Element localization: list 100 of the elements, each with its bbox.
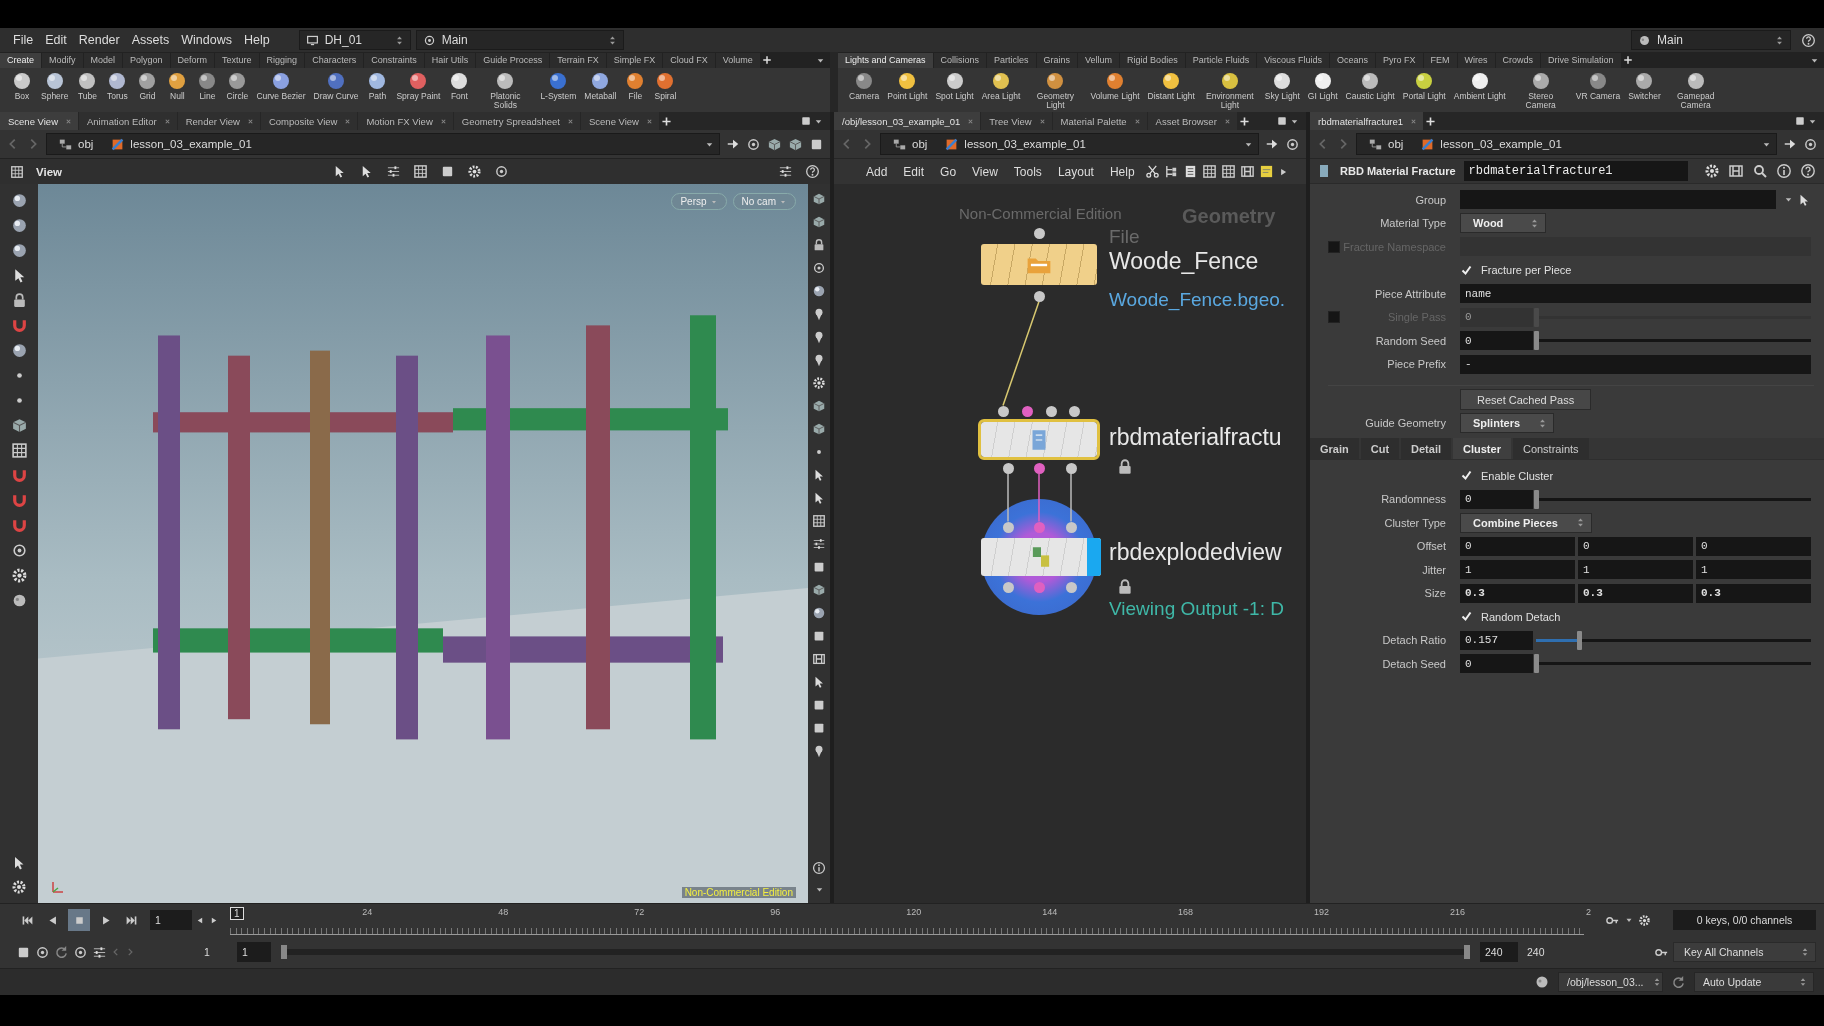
cube-icon[interactable] (812, 399, 826, 413)
shelf-tool[interactable]: Switcher (1625, 70, 1664, 101)
help-icon[interactable] (805, 164, 820, 179)
shelf-tab[interactable]: Crowds (1495, 52, 1541, 68)
shelf-tab[interactable]: Rigid Bodies (1120, 52, 1185, 68)
menu-item[interactable]: Edit (40, 30, 72, 50)
shelf-tab[interactable]: Hair Utils (424, 52, 476, 68)
shelf-tool[interactable]: Caustic Light (1342, 70, 1398, 101)
number-field[interactable]: 0 (1460, 654, 1533, 674)
number-field[interactable]: 1 (1460, 560, 1575, 580)
dropdown-menu[interactable]: Combine Pieces (1460, 512, 1592, 533)
shelf-tool[interactable]: Grid (133, 70, 162, 101)
shelf-tool[interactable]: GI Light (1304, 70, 1341, 101)
key-all-dropdown[interactable]: Key All Channels (1673, 942, 1816, 962)
sphere-icon[interactable] (812, 284, 826, 298)
menu-item[interactable]: Help (1103, 162, 1141, 181)
shelf-tab[interactable]: Volume (715, 52, 760, 68)
shelf-tool[interactable]: Null (163, 70, 192, 101)
pane-tab[interactable]: rbdmaterialfracture1 (1310, 112, 1423, 130)
shelf-tool[interactable]: Platonic Solids (475, 70, 536, 110)
pane-tab[interactable]: Motion FX View (358, 112, 453, 130)
menu-item[interactable]: Go (934, 162, 963, 181)
sliders-icon[interactable] (92, 944, 107, 960)
shelf-tool[interactable]: Gamepad Camera (1665, 70, 1726, 110)
shelf-tool[interactable]: Circle (223, 70, 252, 101)
network-node[interactable] (981, 538, 1101, 576)
plus-icon[interactable] (1424, 114, 1437, 128)
shelf-tab[interactable]: Constraints (364, 52, 424, 68)
close-icon[interactable] (65, 117, 72, 125)
path-segment[interactable]: lesson_03_example_01 (1413, 134, 1570, 154)
checkbox[interactable] (1460, 263, 1473, 277)
shelf-tool[interactable]: Ambient Light (1450, 70, 1509, 101)
info-icon[interactable] (812, 861, 826, 875)
shelf-tab[interactable]: Wires (1457, 52, 1495, 68)
shelf-tab[interactable]: Vellum (1078, 52, 1120, 68)
input-port[interactable] (1045, 405, 1057, 417)
close-icon[interactable] (1410, 117, 1417, 125)
close-icon[interactable] (344, 117, 352, 125)
shelf-tool[interactable]: Portal Light (1399, 70, 1449, 101)
shelf-tool[interactable]: Line (193, 70, 222, 101)
dropdown-menu[interactable]: Splinters (1460, 413, 1555, 434)
range-end-field[interactable]: 240 (1480, 942, 1518, 962)
number-field[interactable]: 1 (1578, 560, 1693, 580)
shelf-tab[interactable]: Polygon (123, 52, 170, 68)
slider-handle[interactable] (1534, 331, 1539, 351)
shelf-tab[interactable]: Create (0, 52, 41, 68)
help-icon[interactable] (1800, 163, 1816, 179)
grid-icon[interactable] (412, 164, 428, 179)
path-segment[interactable]: obj (51, 134, 102, 154)
text-field[interactable]: - (1460, 354, 1811, 374)
reverse-icon[interactable] (196, 915, 205, 925)
pane-tab[interactable]: Tree View (981, 112, 1052, 130)
shelf-tool[interactable]: Geometry Light (1025, 70, 1086, 110)
grid-icon[interactable] (812, 514, 826, 528)
menu-item[interactable]: Layout (1051, 162, 1100, 181)
target-icon[interactable] (73, 944, 88, 960)
checkbox[interactable] (1460, 469, 1473, 483)
help-icon[interactable] (1801, 32, 1816, 48)
shelf-tab[interactable]: Modify (42, 52, 83, 68)
grid-icon[interactable] (1201, 164, 1217, 179)
enable-checkbox[interactable] (1328, 240, 1340, 253)
shelf-tab[interactable]: Guide Process (476, 52, 550, 68)
shelf-tool[interactable]: Draw Curve (310, 70, 362, 101)
menu-item[interactable]: Assets (126, 30, 175, 50)
shelf-tab[interactable]: Simple FX (606, 52, 663, 68)
plus-icon[interactable] (760, 54, 773, 66)
shelf-tab[interactable]: Pyro FX (1376, 52, 1423, 68)
lock-icon[interactable] (1116, 578, 1134, 596)
pane-tab[interactable]: Render View (177, 112, 260, 130)
output-port[interactable] (1033, 290, 1045, 302)
input-port[interactable] (1033, 227, 1045, 239)
close-icon[interactable] (439, 117, 447, 125)
network-icon[interactable] (893, 137, 906, 151)
gear-icon[interactable] (812, 376, 826, 390)
cube-icon[interactable] (812, 215, 826, 229)
menu-item[interactable]: Help (238, 30, 275, 50)
square-icon[interactable] (800, 115, 812, 127)
input-port[interactable] (1033, 521, 1045, 533)
shelf-tab[interactable]: Deform (170, 52, 215, 68)
menu-item[interactable]: View (966, 162, 1004, 181)
shelf-tool[interactable]: Torus (103, 70, 132, 101)
number-field[interactable]: 0.3 (1696, 583, 1811, 603)
gear-icon[interactable] (11, 879, 27, 895)
shelf-tool[interactable]: Sphere (38, 70, 72, 101)
sliders-icon[interactable] (778, 164, 793, 179)
asset-icon[interactable] (1239, 164, 1255, 179)
slider-handle[interactable] (1534, 489, 1539, 509)
slider-handle[interactable] (1577, 630, 1583, 650)
shelf-tab[interactable]: Grains (1036, 52, 1078, 68)
shelf-tab[interactable]: Particles (987, 52, 1036, 68)
shelf-tool[interactable]: Area Light (978, 70, 1024, 101)
network-path-dropdown[interactable]: /obj/lesson_03... (1558, 972, 1663, 992)
shelf-tab[interactable]: Lights and Cameras (838, 52, 933, 68)
range-start-field[interactable]: 1 (237, 942, 271, 962)
number-field[interactable]: 0.3 (1460, 583, 1575, 603)
pane-tab[interactable]: Asset Browser (1147, 112, 1237, 130)
refresh-icon[interactable] (1671, 974, 1686, 990)
number-field[interactable]: 1 (1696, 560, 1811, 580)
node-name-field[interactable]: rbdmaterialfracture1 (1463, 161, 1688, 181)
pushpin-icon[interactable] (726, 137, 740, 151)
